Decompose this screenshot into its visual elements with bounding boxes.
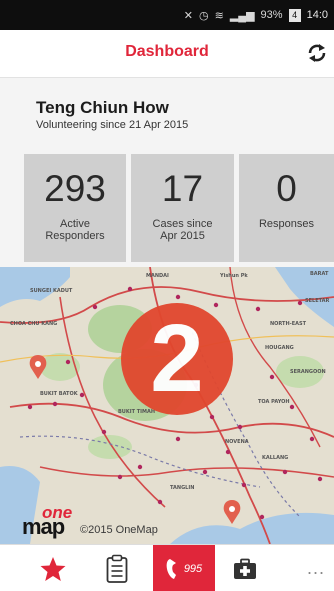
page-title: Dashboard xyxy=(125,43,209,60)
battery-icon: 4 xyxy=(288,8,301,22)
stat-label-line1: Cases since xyxy=(152,218,213,230)
stat-value: 17 xyxy=(161,168,204,209)
wifi-icon: ≋ xyxy=(214,9,224,22)
map-label: SUNGEI KADUT xyxy=(30,288,73,294)
stat-value: 293 xyxy=(44,168,106,209)
onemap-logo-map: map xyxy=(22,514,65,539)
map-label: BUKIT BATOK xyxy=(40,391,79,397)
map-label: SELETAR xyxy=(305,298,330,304)
nav-favorites-button[interactable] xyxy=(24,545,82,591)
stats-row: 293 Active Responders 17 Cases since Apr… xyxy=(0,152,334,267)
stat-label: Cases since Apr 2015 xyxy=(131,218,234,242)
map-label: TANGLIN xyxy=(170,485,194,491)
status-time: 14:0 xyxy=(306,9,328,21)
status-bar: ✕ ◷ ≋ ▂▄▆ 93% 4 14:0 xyxy=(0,0,334,30)
map-label: MANDAI xyxy=(146,273,169,279)
profile-section: Teng Chiun How Volunteering since 21 Apr… xyxy=(0,79,334,152)
medkit-icon xyxy=(234,558,256,579)
profile-name: Teng Chiun How xyxy=(36,98,169,117)
app-bar: Dashboard xyxy=(0,30,334,78)
alarm-icon: ◷ xyxy=(199,9,209,22)
bottom-nav: 995 ... xyxy=(0,544,334,591)
stat-label: Responses xyxy=(239,218,334,230)
map-copyright: ©2015 OneMap xyxy=(80,524,158,536)
mute-icon: ✕ xyxy=(183,9,193,22)
more-icon: ... xyxy=(306,558,325,578)
map-view[interactable]: SUNGEI KADUT MANDAI Yishun Pk NORTH-EAST… xyxy=(0,267,334,544)
nav-aed-button[interactable] xyxy=(228,545,262,591)
stat-value: 0 xyxy=(276,168,297,209)
stat-card-active-responders[interactable]: 293 Active Responders xyxy=(24,154,126,262)
map-label: SERANGOON xyxy=(290,369,326,375)
nav-checklist-button[interactable] xyxy=(96,545,138,591)
map-label: CHOA CHU KANG xyxy=(10,321,57,327)
map-label: BARAT xyxy=(310,271,329,277)
profile-subtitle: Volunteering since 21 Apr 2015 xyxy=(36,119,189,131)
stat-card-responses[interactable]: 0 Responses xyxy=(239,154,334,262)
map-label: HOUGANG xyxy=(265,345,294,351)
nav-call-995-button[interactable]: 995 xyxy=(153,545,215,591)
notification-badge: 2 xyxy=(121,303,233,415)
signal-icon: ▂▄▆ xyxy=(229,9,255,22)
nav-more-button[interactable]: ... xyxy=(298,545,334,591)
clipboard-icon xyxy=(106,554,128,583)
stat-label-line2: Responders xyxy=(45,230,105,242)
stat-label-line1: Active xyxy=(60,218,90,230)
map-label: TOA PAYOH xyxy=(258,399,290,405)
stat-label-line2: Apr 2015 xyxy=(160,230,205,242)
call-995-label: 995 xyxy=(183,562,203,575)
star-icon xyxy=(40,556,66,581)
map-label: NORTH-EAST xyxy=(270,321,307,327)
stat-label-line1: Responses xyxy=(258,218,315,230)
map-label: Yishun Pk xyxy=(219,273,248,279)
sync-button[interactable] xyxy=(304,40,330,66)
map-label: KALLANG xyxy=(262,455,288,461)
phone-995-icon xyxy=(166,558,176,579)
stat-label: Active Responders xyxy=(24,218,126,242)
stat-card-cases[interactable]: 17 Cases since Apr 2015 xyxy=(131,154,234,262)
sync-icon xyxy=(308,44,326,62)
battery-level: 93% xyxy=(260,9,283,21)
map-label: NOVENA xyxy=(225,439,249,445)
